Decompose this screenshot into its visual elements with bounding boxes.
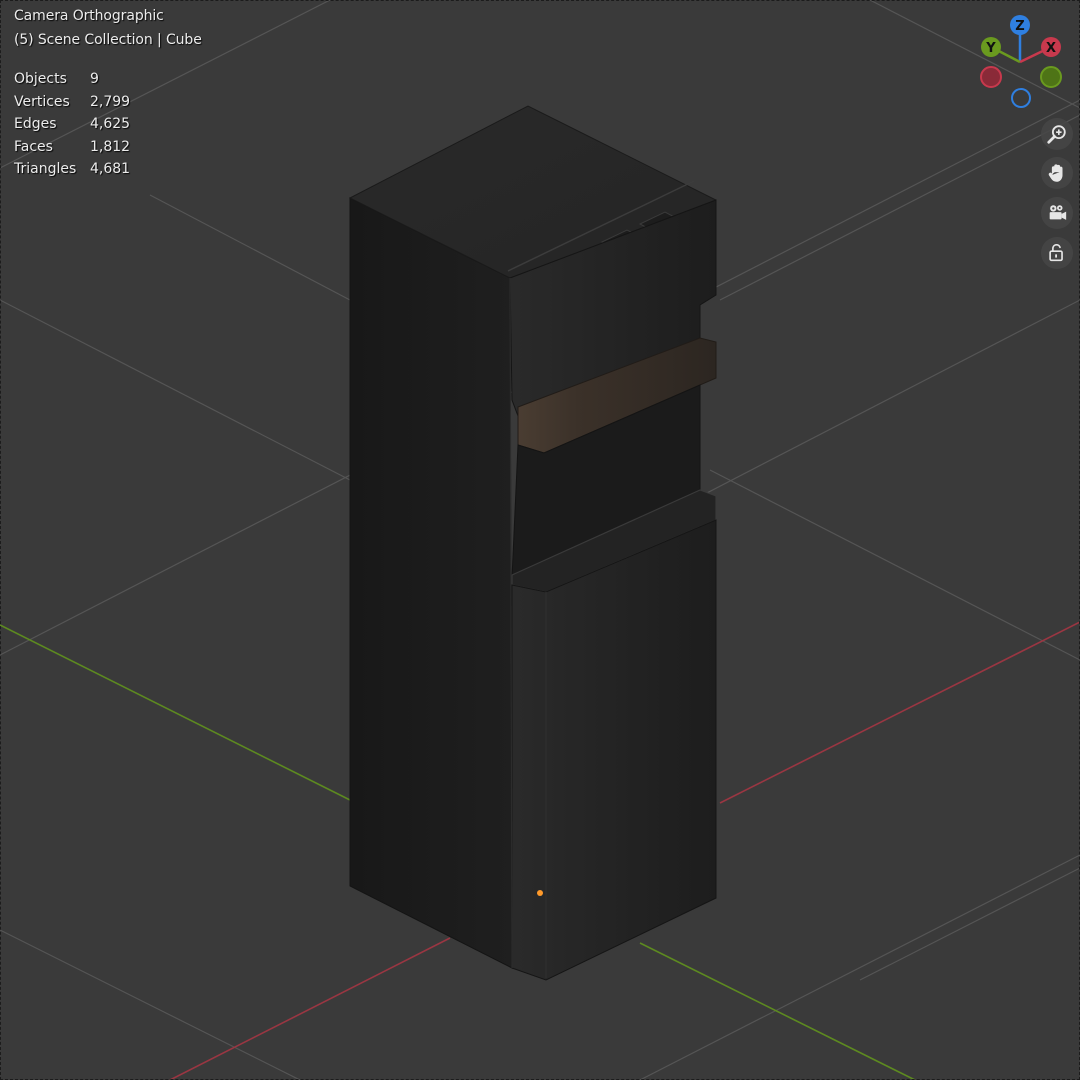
- stat-value: 4,625: [90, 116, 131, 132]
- zoom-in-icon: [1047, 125, 1066, 144]
- y-axis-line: [0, 624, 351, 801]
- stat-name: Vertices: [14, 93, 70, 110]
- stat-name: Objects: [14, 71, 67, 87]
- stat-name: Faces: [14, 138, 53, 155]
- navigation-gizmo[interactable]: Z Y X: [972, 12, 1072, 112]
- view-label: Camera Orthographic: [14, 8, 164, 24]
- gizmo-y-label: Y: [985, 41, 996, 56]
- lock-icon: [1049, 243, 1063, 262]
- gizmo-z-label: Z: [1015, 19, 1024, 34]
- stat-row-edges: Edges 4,625: [14, 113, 130, 136]
- stat-value: 2,799: [90, 93, 131, 110]
- pan-button[interactable]: [1041, 157, 1073, 189]
- stat-row-faces: Faces 1,812: [14, 136, 130, 159]
- grid-line: [0, 929, 301, 1080]
- hand-icon: [1048, 164, 1063, 182]
- lock-camera-button[interactable]: [1041, 237, 1073, 269]
- grid-line: [149, 194, 351, 301]
- grid-line: [0, 299, 351, 481]
- scene-statistics: Objects 9 Vertices 2,799 Edges 4,625 Fac…: [14, 68, 130, 181]
- scene-canvas[interactable]: [0, 0, 1080, 1080]
- zoom-button[interactable]: [1041, 118, 1073, 150]
- dispenser-left-face: [349, 197, 513, 969]
- grid-line: [859, 867, 1080, 981]
- x-axis-line: [719, 621, 1080, 804]
- gizmo-y-negative: [1040, 66, 1062, 88]
- origin-dot: [537, 890, 543, 896]
- stat-name: Edges: [14, 116, 57, 132]
- stat-value: 4,681: [90, 161, 131, 177]
- camera-icon: [1049, 205, 1067, 220]
- gizmo-x-negative: [980, 66, 1002, 88]
- collection-label: (5) Scene Collection | Cube: [14, 32, 202, 48]
- stat-name: Triangles: [14, 161, 77, 177]
- x-axis-line: [169, 937, 451, 1080]
- water-dispenser-model: [348, 105, 717, 981]
- stat-value: 1,812: [90, 138, 131, 155]
- gizmo-x-label: X: [1046, 41, 1056, 56]
- stat-row-objects: Objects 9: [14, 68, 130, 91]
- camera-view-button[interactable]: [1041, 197, 1073, 229]
- grid-line: [709, 469, 1080, 661]
- stat-value: 9: [90, 71, 99, 87]
- stat-row-triangles: Triangles 4,681: [14, 158, 130, 181]
- grid-line: [719, 114, 1080, 301]
- 3d-viewport[interactable]: Camera Orthographic (5) Scene Collection…: [0, 0, 1080, 1080]
- gizmo-z-negative: [1011, 88, 1031, 108]
- stat-row-vertices: Vertices 2,799: [14, 91, 130, 114]
